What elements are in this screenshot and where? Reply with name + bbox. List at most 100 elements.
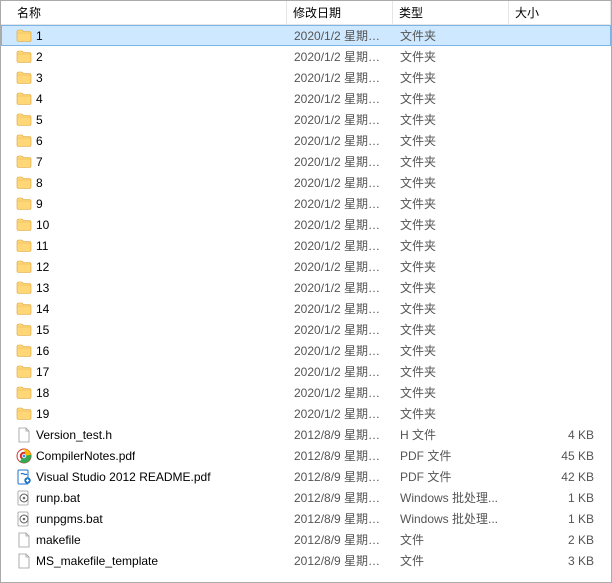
- cell-type: 文件夹: [394, 111, 510, 128]
- column-header-type[interactable]: 类型: [393, 1, 509, 24]
- table-row[interactable]: CompilerNotes.pdf2012/8/9 星期四 ...PDF 文件4…: [1, 445, 611, 466]
- column-header-size[interactable]: 大小: [509, 1, 611, 24]
- column-header-name[interactable]: 名称: [1, 1, 287, 24]
- cell-name: 12: [2, 259, 288, 275]
- cell-name: CompilerNotes.pdf: [2, 448, 288, 464]
- table-row[interactable]: 172020/1/2 星期四 ...文件夹: [1, 361, 611, 382]
- cell-date: 2020/1/2 星期四 ...: [288, 153, 394, 170]
- table-row[interactable]: 92020/1/2 星期四 ...文件夹: [1, 193, 611, 214]
- table-row[interactable]: 122020/1/2 星期四 ...文件夹: [1, 256, 611, 277]
- file-name: 9: [36, 197, 43, 211]
- cell-name: 18: [2, 385, 288, 401]
- cell-type: 文件夹: [394, 258, 510, 275]
- cell-date: 2020/1/2 星期四 ...: [288, 342, 394, 359]
- cell-name: 15: [2, 322, 288, 338]
- table-row[interactable]: runp.bat2012/8/9 星期四 ...Windows 批处理...1 …: [1, 487, 611, 508]
- cell-name: runp.bat: [2, 490, 288, 506]
- folder-icon: [16, 322, 32, 338]
- table-row[interactable]: Visual Studio 2012 README.pdf2012/8/9 星期…: [1, 466, 611, 487]
- table-row[interactable]: 162020/1/2 星期四 ...文件夹: [1, 340, 611, 361]
- cell-type: Windows 批处理...: [394, 489, 510, 506]
- cell-name: 14: [2, 301, 288, 317]
- table-row[interactable]: 192020/1/2 星期四 ...文件夹: [1, 403, 611, 424]
- file-name: 4: [36, 92, 43, 106]
- file-name: makefile: [36, 533, 81, 547]
- cell-name: 11: [2, 238, 288, 254]
- cell-type: 文件夹: [394, 27, 510, 44]
- folder-icon: [16, 343, 32, 359]
- cell-name: 4: [2, 91, 288, 107]
- file-name: 19: [36, 407, 49, 421]
- cell-name: Visual Studio 2012 README.pdf: [2, 469, 288, 485]
- table-row[interactable]: Version_test.h2012/8/9 星期四 ...H 文件4 KB: [1, 424, 611, 445]
- table-row[interactable]: 182020/1/2 星期四 ...文件夹: [1, 382, 611, 403]
- table-row[interactable]: 102020/1/2 星期四 ...文件夹: [1, 214, 611, 235]
- cell-type: 文件夹: [394, 69, 510, 86]
- cell-type: 文件夹: [394, 153, 510, 170]
- table-row[interactable]: 22020/1/2 星期四 ...文件夹: [1, 46, 611, 67]
- cell-date: 2020/1/2 星期四 ...: [288, 279, 394, 296]
- file-name: 15: [36, 323, 49, 337]
- cell-size: 42 KB: [510, 470, 610, 484]
- cell-date: 2012/8/9 星期四 ...: [288, 447, 394, 464]
- table-row[interactable]: 112020/1/2 星期四 ...文件夹: [1, 235, 611, 256]
- folder-icon: [16, 385, 32, 401]
- cell-date: 2020/1/2 星期四 ...: [288, 237, 394, 254]
- folder-icon: [16, 49, 32, 65]
- table-row[interactable]: 12020/1/2 星期四 ...文件夹: [1, 25, 611, 46]
- folder-icon: [16, 364, 32, 380]
- folder-icon: [16, 91, 32, 107]
- cell-name: Version_test.h: [2, 427, 288, 443]
- cell-date: 2012/8/9 星期四 ...: [288, 426, 394, 443]
- table-row[interactable]: 82020/1/2 星期四 ...文件夹: [1, 172, 611, 193]
- cell-type: H 文件: [394, 426, 510, 443]
- table-row[interactable]: makefile2012/8/9 星期四 ...文件2 KB: [1, 529, 611, 550]
- table-row[interactable]: 132020/1/2 星期四 ...文件夹: [1, 277, 611, 298]
- table-row[interactable]: 42020/1/2 星期四 ...文件夹: [1, 88, 611, 109]
- cell-name: 8: [2, 175, 288, 191]
- cell-date: 2012/8/9 星期四 ...: [288, 531, 394, 548]
- cell-type: 文件夹: [394, 132, 510, 149]
- cell-date: 2012/8/9 星期四 ...: [288, 552, 394, 569]
- table-row[interactable]: 152020/1/2 星期四 ...文件夹: [1, 319, 611, 340]
- file-name: 18: [36, 386, 49, 400]
- table-row[interactable]: 72020/1/2 星期四 ...文件夹: [1, 151, 611, 172]
- cell-date: 2020/1/2 星期四 ...: [288, 321, 394, 338]
- column-header-date[interactable]: 修改日期: [287, 1, 393, 24]
- table-row[interactable]: 142020/1/2 星期四 ...文件夹: [1, 298, 611, 319]
- file-name: 5: [36, 113, 43, 127]
- file-name: runp.bat: [36, 491, 80, 505]
- cell-name: 6: [2, 133, 288, 149]
- file-list: 12020/1/2 星期四 ...文件夹22020/1/2 星期四 ...文件夹…: [1, 25, 611, 571]
- cell-type: 文件夹: [394, 405, 510, 422]
- cell-name: 7: [2, 154, 288, 170]
- table-row[interactable]: MS_makefile_template2012/8/9 星期四 ...文件3 …: [1, 550, 611, 571]
- cell-size: 3 KB: [510, 554, 610, 568]
- bat-icon: [16, 490, 32, 506]
- bat-icon: [16, 511, 32, 527]
- file-name: 14: [36, 302, 49, 316]
- cell-type: PDF 文件: [394, 447, 510, 464]
- cell-name: 10: [2, 217, 288, 233]
- file-name: MS_makefile_template: [36, 554, 158, 568]
- cell-date: 2020/1/2 星期四 ...: [288, 216, 394, 233]
- cell-type: 文件夹: [394, 90, 510, 107]
- cell-date: 2020/1/2 星期四 ...: [288, 111, 394, 128]
- table-row[interactable]: 32020/1/2 星期四 ...文件夹: [1, 67, 611, 88]
- table-row[interactable]: runpgms.bat2012/8/9 星期四 ...Windows 批处理..…: [1, 508, 611, 529]
- file-icon: [16, 553, 32, 569]
- cell-name: 3: [2, 70, 288, 86]
- cell-name: makefile: [2, 532, 288, 548]
- table-row[interactable]: 62020/1/2 星期四 ...文件夹: [1, 130, 611, 151]
- folder-icon: [16, 406, 32, 422]
- cell-date: 2020/1/2 星期四 ...: [288, 384, 394, 401]
- cell-name: MS_makefile_template: [2, 553, 288, 569]
- file-name: 3: [36, 71, 43, 85]
- cell-type: 文件夹: [394, 300, 510, 317]
- table-row[interactable]: 5 2020/1/2 星期四 ...文件夹: [1, 109, 611, 130]
- cell-type: 文件夹: [394, 195, 510, 212]
- cell-type: Windows 批处理...: [394, 510, 510, 527]
- cell-size: 4 KB: [510, 428, 610, 442]
- cell-date: 2012/8/9 星期四 ...: [288, 468, 394, 485]
- folder-icon: [16, 154, 32, 170]
